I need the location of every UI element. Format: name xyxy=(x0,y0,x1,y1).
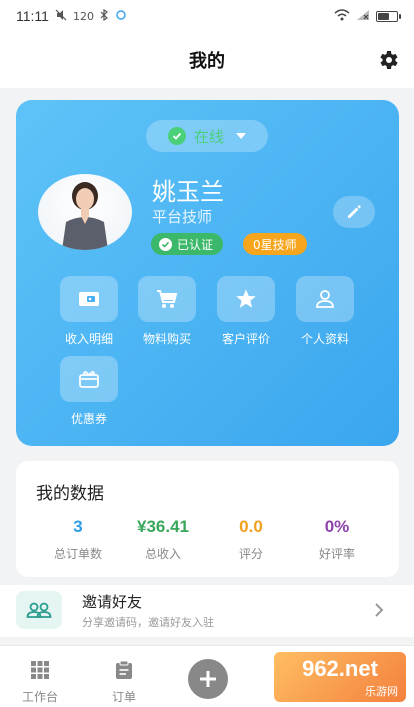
wifi-icon xyxy=(334,8,350,24)
verified-check-icon xyxy=(159,237,172,251)
action-label: 客户评价 xyxy=(221,332,270,346)
online-status-label: 在线 xyxy=(193,127,224,146)
stat-label: 总订单数 xyxy=(53,547,102,561)
settings-button[interactable] xyxy=(374,46,402,74)
stat-value: ¥36.41 xyxy=(137,517,189,536)
avatar-image xyxy=(62,182,108,250)
watermark-logo: 962.net 乐游网 xyxy=(274,652,406,702)
user-role: 平台技师 xyxy=(152,208,213,226)
action-label: 收入明细 xyxy=(64,332,113,346)
plus-icon xyxy=(200,671,216,687)
wallet-icon xyxy=(60,276,118,322)
stat-rating[interactable]: 0.0 评分 xyxy=(206,517,296,562)
tab-orders[interactable]: 订单 xyxy=(94,660,154,705)
check-circle-icon xyxy=(167,127,186,145)
grid-icon xyxy=(31,661,49,679)
stat-label: 好评率 xyxy=(318,547,355,561)
header: 我的 xyxy=(0,32,414,88)
status-right xyxy=(334,8,401,24)
stat-value: 3 xyxy=(73,517,83,536)
action-coupons[interactable]: 优惠券 xyxy=(50,356,128,427)
user-name: 姚玉兰 xyxy=(152,179,224,206)
action-customer-reviews[interactable]: 客户评价 xyxy=(207,276,285,347)
action-income-details[interactable]: 收入明细 xyxy=(50,276,128,347)
action-label: 优惠券 xyxy=(70,412,107,426)
avatar[interactable] xyxy=(38,174,132,250)
stat-total-income[interactable]: ¥36.41 总收入 xyxy=(118,517,208,562)
stat-value: 0% xyxy=(324,517,350,536)
level-badge: 0星技师 xyxy=(243,233,307,255)
battery-fill xyxy=(378,12,389,20)
chevron-right-icon xyxy=(375,603,384,617)
action-label: 个人资料 xyxy=(300,332,349,346)
stat-positive-rate[interactable]: 0% 好评率 xyxy=(292,517,382,562)
action-material-purchase[interactable]: 物料购买 xyxy=(128,276,206,347)
status-left: 11:11 120 xyxy=(16,8,127,24)
edit-profile-button[interactable] xyxy=(333,196,375,228)
stat-label: 总收入 xyxy=(144,547,181,561)
network-speed: 120 xyxy=(72,9,94,23)
cart-icon xyxy=(138,276,196,322)
action-label: 物料购买 xyxy=(142,332,191,346)
stat-value: 0.0 xyxy=(239,517,263,536)
status-time: 11:11 xyxy=(16,8,49,24)
invite-friends-row[interactable]: 邀请好友 分享邀请码，邀请好友入驻 xyxy=(0,585,414,637)
action-personal-info[interactable]: 个人资料 xyxy=(286,276,364,347)
gift-icon xyxy=(60,356,118,402)
watermark-small-text: 乐游网 xyxy=(365,685,398,698)
invite-subtitle: 分享邀请码，邀请好友入驻 xyxy=(82,616,214,629)
online-status-toggle[interactable]: 在线 xyxy=(146,120,268,152)
stat-label: 评分 xyxy=(238,547,263,561)
mute-icon xyxy=(55,9,67,24)
profile-card: 在线 姚玉兰 平台技师 已认证 0星技师 收入明细 物料购买 客户评价 个人资料… xyxy=(16,100,399,446)
stat-total-orders[interactable]: 3 总订单数 xyxy=(33,517,123,562)
battery-icon xyxy=(376,10,401,22)
people-icon xyxy=(16,591,62,629)
add-button[interactable] xyxy=(188,659,228,699)
caret-down-icon xyxy=(236,133,246,139)
verified-badge: 已认证 xyxy=(151,233,224,255)
verified-badge-label: 已认证 xyxy=(177,237,214,252)
clipboard-icon xyxy=(116,660,132,679)
invite-title: 邀请好友 xyxy=(82,593,143,611)
pencil-icon xyxy=(348,205,361,218)
page-title: 我的 xyxy=(189,51,225,71)
person-icon xyxy=(296,276,354,322)
sync-icon xyxy=(115,9,127,24)
tab-workbench[interactable]: 工作台 xyxy=(10,660,70,705)
signal-icon xyxy=(356,9,370,24)
my-data-title: 我的数据 xyxy=(36,484,104,503)
watermark-big-text: 962.net xyxy=(302,656,378,681)
tab-label: 工作台 xyxy=(21,690,58,704)
tab-label: 订单 xyxy=(111,690,136,704)
my-data-card: 我的数据 3 总订单数 ¥36.41 总收入 0.0 评分 0% 好评率 xyxy=(16,461,399,577)
status-bar: 11:11 120 xyxy=(0,0,414,32)
bluetooth-icon xyxy=(100,8,109,24)
gear-icon xyxy=(380,51,398,69)
star-icon xyxy=(217,276,275,322)
